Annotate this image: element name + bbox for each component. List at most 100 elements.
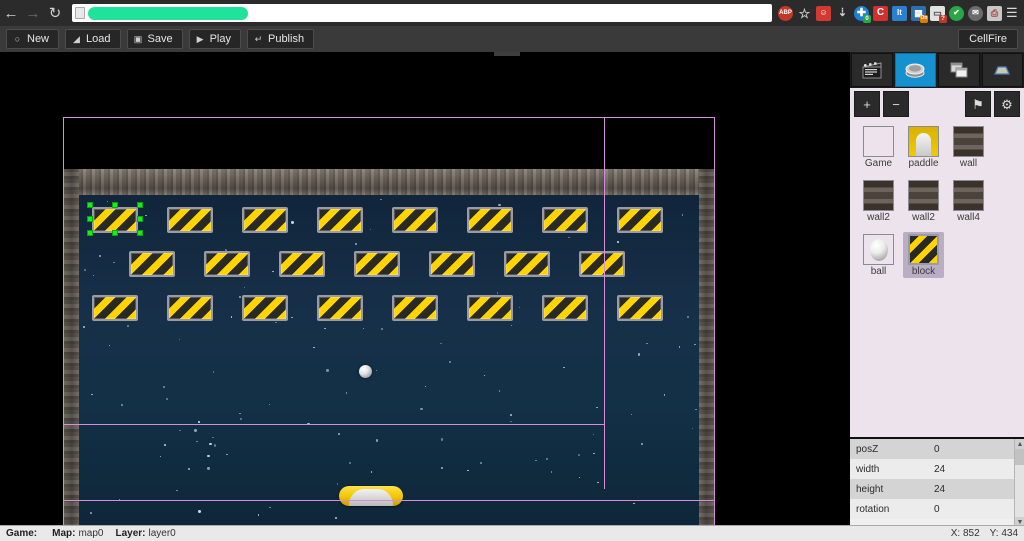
brick[interactable]	[467, 207, 513, 233]
grid-extension-badge: On	[920, 14, 928, 23]
brick[interactable]	[392, 295, 438, 321]
selection-handle[interactable]	[87, 230, 93, 236]
plus-extension-badge: 0	[863, 14, 871, 23]
property-row[interactable]: height 24	[850, 479, 1024, 499]
brick[interactable]	[167, 207, 213, 233]
scroll-up-arrow[interactable]: ▲	[1015, 439, 1024, 449]
asset-wall2-a[interactable]: wall2	[858, 178, 899, 224]
brick[interactable]	[354, 251, 400, 277]
selection-handle[interactable]	[87, 216, 93, 222]
tab-layers[interactable]	[938, 53, 980, 87]
asset-wall2-b[interactable]: wall2	[903, 178, 944, 224]
play-button[interactable]: ▶ Play	[188, 29, 241, 49]
remove-asset-button[interactable]: −	[883, 91, 909, 117]
brick[interactable]	[317, 295, 363, 321]
brick[interactable]	[279, 251, 325, 277]
tab-resources[interactable]	[894, 53, 936, 87]
properties-scrollbar[interactable]: ▲ ▼	[1014, 439, 1024, 527]
selection-handle[interactable]	[137, 216, 143, 222]
window-extension-icon[interactable]: ▭?	[930, 5, 947, 23]
face-extension-icon[interactable]: ☺	[816, 5, 831, 21]
panel-button-row[interactable]: + − ⚑ ⚙	[850, 88, 1024, 120]
flag-button[interactable]: ⚑	[965, 91, 991, 117]
shield-check-icon[interactable]: ✔	[949, 5, 964, 21]
load-button[interactable]: ◢ Load	[65, 29, 121, 49]
selection-handle[interactable]	[137, 202, 143, 208]
publish-button[interactable]: ↵ Publish	[246, 29, 315, 49]
selection-handle[interactable]	[87, 202, 93, 208]
star	[98, 254, 101, 258]
brick[interactable]	[542, 295, 588, 321]
forward-arrow-icon[interactable]: →	[22, 2, 44, 24]
tab-shapes[interactable]	[981, 53, 1023, 87]
brick[interactable]	[579, 251, 625, 277]
asset-paddle[interactable]: paddle	[903, 124, 944, 170]
brick[interactable]	[542, 207, 588, 233]
star	[545, 457, 549, 461]
property-row[interactable]: posZ 0	[850, 439, 1024, 459]
back-arrow-icon[interactable]: ←	[0, 2, 22, 24]
brick[interactable]	[504, 251, 550, 277]
editor-canvas-area[interactable]	[0, 52, 850, 525]
printer-extension-icon[interactable]: ⎙	[987, 5, 1002, 21]
property-row[interactable]: rotation 0	[850, 499, 1024, 519]
brick[interactable]	[129, 251, 175, 277]
selection-handle[interactable]	[112, 230, 118, 236]
brick[interactable]	[617, 295, 663, 321]
c-extension-icon[interactable]: C	[873, 5, 888, 21]
ball-object[interactable]	[359, 365, 372, 378]
status-coord-y: Y: 434	[989, 528, 1018, 539]
brick[interactable]	[392, 207, 438, 233]
star	[207, 454, 210, 457]
selection-handle[interactable]	[112, 202, 118, 208]
property-value[interactable]: 24	[928, 459, 1024, 479]
brick[interactable]	[242, 295, 288, 321]
asset-ball[interactable]: ball	[858, 232, 899, 278]
paddle-object[interactable]	[339, 486, 403, 506]
download-arrow-icon[interactable]: ⇣	[835, 6, 850, 21]
grid-extension-icon[interactable]: ▦ On	[911, 5, 928, 23]
property-value[interactable]: 24	[928, 479, 1024, 499]
brick[interactable]	[429, 251, 475, 277]
scroll-thumb[interactable]	[1015, 449, 1024, 465]
reload-icon[interactable]: ↻	[44, 2, 66, 24]
asset-grid[interactable]: Game paddle wall wall2 wall2 wall4 ball block	[850, 120, 1024, 286]
properties-table[interactable]: posZ 0 width 24 height 24 rotation 0	[850, 439, 1024, 519]
brick[interactable]	[317, 207, 363, 233]
new-button[interactable]: ○ New	[6, 29, 60, 49]
selection-handle[interactable]	[137, 230, 143, 236]
plus-extension-icon[interactable]: ✚ 0	[854, 5, 871, 23]
browser-menu-icon[interactable]: ☰	[1006, 5, 1018, 21]
star	[593, 452, 595, 455]
panel-tab-strip[interactable]	[850, 52, 1024, 88]
tab-scenes[interactable]	[851, 53, 893, 87]
brick[interactable]	[242, 207, 288, 233]
property-row[interactable]: width 24	[850, 459, 1024, 479]
settings-button[interactable]: ⚙	[994, 91, 1020, 117]
asset-game[interactable]: Game	[858, 124, 899, 170]
add-asset-button[interactable]: +	[854, 91, 880, 117]
brick[interactable]	[617, 207, 663, 233]
mail-extension-icon[interactable]: ✉	[968, 5, 983, 21]
new-button-label: New	[27, 33, 50, 45]
brick[interactable]	[467, 295, 513, 321]
properties-panel[interactable]: posZ 0 width 24 height 24 rotation 0 ▲ ▼	[850, 437, 1024, 527]
property-value[interactable]: 0	[928, 439, 1024, 459]
game-stage[interactable]	[63, 169, 715, 525]
status-map-value: map0	[78, 528, 104, 539]
star	[209, 442, 212, 446]
save-button[interactable]: ▣ Save	[126, 29, 183, 49]
property-value[interactable]: 0	[928, 499, 1024, 519]
star	[257, 514, 260, 516]
address-bar[interactable]	[72, 4, 772, 22]
asset-wall4[interactable]: wall4	[948, 178, 989, 224]
brick[interactable]	[204, 251, 250, 277]
bookmark-star-icon[interactable]: ☆	[797, 6, 812, 21]
it-extension-icon[interactable]: It	[892, 5, 907, 21]
brick[interactable]	[167, 295, 213, 321]
asset-wall[interactable]: wall	[948, 124, 989, 170]
star	[91, 393, 93, 396]
brick[interactable]	[92, 295, 138, 321]
asset-block[interactable]: block	[903, 232, 944, 278]
adblock-icon[interactable]: ABP	[778, 5, 793, 21]
